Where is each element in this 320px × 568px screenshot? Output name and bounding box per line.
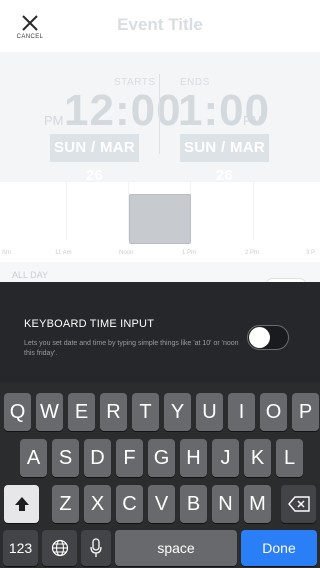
key-v[interactable]: V [148,485,175,523]
end-date-button[interactable]: SUN / MAR 26 [180,134,269,184]
switch-knob [249,327,270,348]
key-s[interactable]: S [52,439,79,477]
key-q[interactable]: Q [4,393,31,431]
keyboard-time-input-title: KEYBOARD TIME INPUT [24,318,155,330]
timeline-gridline [253,182,254,240]
key-x[interactable]: X [84,485,111,523]
key-t[interactable]: T [132,393,159,431]
key-r[interactable]: R [100,393,127,431]
key-f[interactable]: F [116,439,143,477]
keyboard-time-input-panel: KEYBOARD TIME INPUT Lets you set date an… [0,282,320,382]
numbers-key[interactable]: 123 [3,530,38,566]
all-day-row: ALL DAY [0,262,320,294]
key-g[interactable]: G [148,439,175,477]
end-ampm: PM [243,113,263,128]
timeline-label: 3 P [306,250,316,256]
key-l[interactable]: L [276,439,303,477]
key-y[interactable]: Y [164,393,191,431]
day-timeline[interactable]: Am 11 Am Noon 1 Pm 2 Pm 3 P [0,182,320,262]
start-date-button[interactable]: SUN / MAR 26 [50,134,139,184]
key-u[interactable]: U [196,393,223,431]
shift-key[interactable] [4,485,39,523]
globe-key[interactable] [42,530,77,566]
event-title[interactable]: Event Title [0,15,320,35]
key-h[interactable]: H [180,439,207,477]
key-a[interactable]: A [20,439,47,477]
keyboard: Q W E R T Y U I O P A S D F G H J K L Z … [0,382,320,568]
microphone-key[interactable] [81,530,111,566]
timeline-label: 11 Am [55,250,72,256]
key-j[interactable]: J [212,439,239,477]
time-panel: STARTS PM 12:00 SUN / MAR 26 ENDS 1:00 P… [0,52,320,184]
shift-icon [14,497,29,511]
timeline-gridline [66,182,67,240]
key-n[interactable]: N [212,485,239,523]
start-time[interactable]: 12:00 [64,89,182,133]
backspace-key[interactable] [281,485,316,523]
key-w[interactable]: W [36,393,63,431]
keyboard-time-input-switch[interactable] [247,325,289,350]
start-ampm: PM [44,113,64,128]
header-bar: CANCEL Event Title [0,0,320,52]
key-m[interactable]: M [244,485,271,523]
key-d[interactable]: D [84,439,111,477]
key-p[interactable]: P [292,393,319,431]
key-z[interactable]: Z [52,485,79,523]
key-e[interactable]: E [68,393,95,431]
done-key[interactable]: Done [241,530,317,566]
key-i[interactable]: I [228,393,255,431]
timeline-label: 2 Pm [245,250,260,256]
keyboard-time-input-description: Lets you set date and time by typing sim… [24,340,239,357]
all-day-label: ALL DAY [12,270,49,280]
event-time-block[interactable] [129,194,191,244]
key-o[interactable]: O [260,393,287,431]
timeline-label: Am [2,250,11,256]
time-divider [159,74,160,154]
key-k[interactable]: K [244,439,271,477]
key-c[interactable]: C [116,485,143,523]
globe-icon [51,539,68,557]
microphone-icon [90,538,102,557]
backspace-icon [287,496,310,512]
timeline-label: Noon [119,250,134,256]
timeline-label: 1 Pm [182,250,197,256]
key-b[interactable]: B [180,485,207,523]
space-key[interactable]: space [115,530,237,566]
